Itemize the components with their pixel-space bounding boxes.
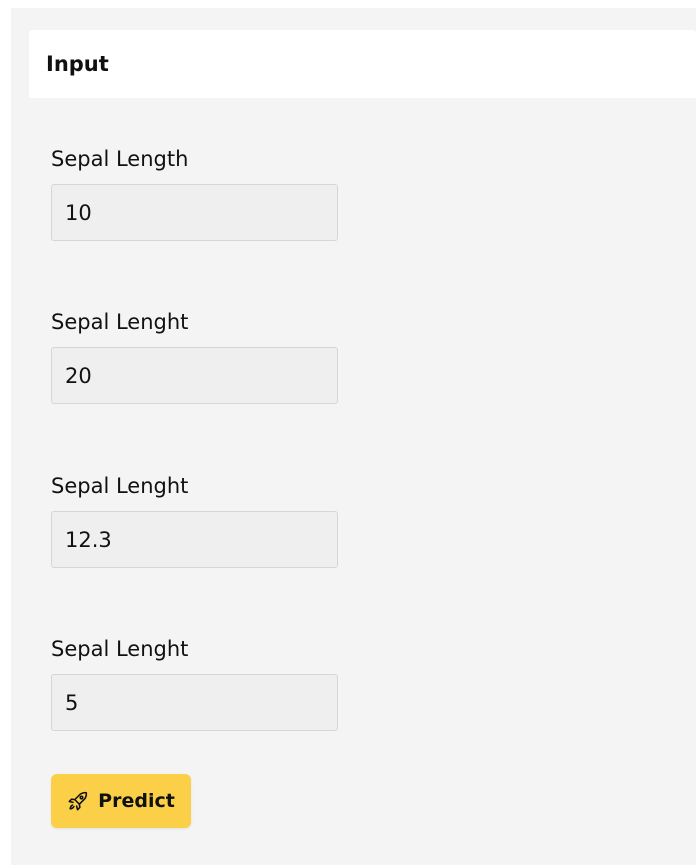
sepal-length-input-2[interactable] bbox=[51, 347, 338, 404]
field-label: Sepal Lenght bbox=[51, 637, 189, 661]
sepal-length-input-1[interactable] bbox=[51, 184, 338, 241]
field-label: Sepal Length bbox=[51, 147, 189, 171]
required-hint: Required bbox=[51, 740, 109, 755]
sepal-length-input-4[interactable] bbox=[51, 674, 338, 731]
sepal-length-input-3[interactable] bbox=[51, 511, 338, 568]
field-sepal-length-4: Sepal Lenght Required bbox=[51, 636, 341, 755]
field-sepal-length-3: Sepal Lenght Required bbox=[51, 473, 341, 592]
predict-button[interactable]: Predict bbox=[51, 774, 191, 828]
field-sepal-length-2: Sepal Lenght Required bbox=[51, 309, 341, 428]
required-hint: Required bbox=[51, 250, 109, 265]
rocket-icon bbox=[67, 790, 89, 812]
panel-title: Input bbox=[46, 52, 109, 76]
predict-button-label: Predict bbox=[98, 790, 175, 812]
required-hint: Required bbox=[51, 413, 109, 428]
input-panel: Input Sepal Length Required Sepal Lenght… bbox=[11, 8, 696, 865]
field-sepal-length-1: Sepal Length Required bbox=[51, 146, 341, 265]
panel-header: Input bbox=[29, 30, 696, 98]
field-label: Sepal Lenght bbox=[51, 310, 189, 334]
field-label: Sepal Lenght bbox=[51, 474, 189, 498]
required-hint: Required bbox=[51, 577, 109, 592]
